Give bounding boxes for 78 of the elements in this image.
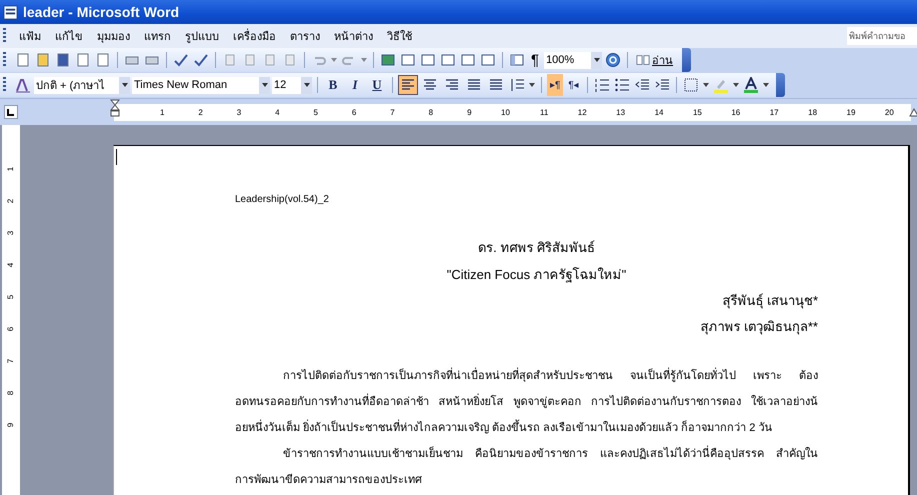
toolbar-options-button[interactable] xyxy=(776,73,785,97)
read-button[interactable]: อ่าน xyxy=(633,51,676,69)
right-indent-icon[interactable] xyxy=(909,106,917,116)
zoom-dropdown[interactable]: 100% xyxy=(544,52,602,68)
ruler-number: 2 xyxy=(7,198,15,204)
author-name: สุภาพร เตวุฒิธนกุล** xyxy=(699,318,818,336)
text-direction-button[interactable]: ▸¶ xyxy=(547,74,564,96)
title-line: ดร. ทศพร ศิริสัมพันธ์ xyxy=(477,239,596,257)
tab-stop-icon[interactable] xyxy=(4,105,18,119)
caret-icon[interactable] xyxy=(304,83,310,87)
body-paragraph: การไปติดต่อกับราชการเป็นภารกิจที่น่าเบื่อหน่ายที่สุดสำหรับประชาชน จนเป็นที่รู้กันโดยทั่วไป เพราะ ต้อง อดทนรอคอยกับการทำงานที่อืดอาดล่าช้า สหน้าหยิ่งยโส พูดจาขู่ตะคอก การไปติดต่องานกับราชการตอง ใช้เวลาอย่างน้ อยหนึ่งวันเต็ม ยิ่งถ้าเป็นประชาชนที่ห่างไกลความเจริญ ต้องขึ้นรถ ลงเรือเข้ามาในเมองด้วยแล้ว ก็อาจมากกว่า 2 วัน xyxy=(235,363,818,441)
caret-icon[interactable] xyxy=(122,83,128,87)
bulleted-list-icon[interactable] xyxy=(614,77,630,93)
document-icon xyxy=(3,4,18,20)
caret-icon[interactable] xyxy=(262,83,268,87)
menu-item[interactable]: แทรก xyxy=(137,27,178,45)
bold-button[interactable]: B xyxy=(323,77,343,93)
align-left-icon[interactable] xyxy=(398,75,418,95)
ruler-number: 4 xyxy=(274,108,280,116)
text-direction-button[interactable]: ¶◂ xyxy=(565,74,582,96)
ruler-number: 2 xyxy=(197,108,203,116)
ruler-number: 20 xyxy=(884,108,894,116)
ruler-number: 19 xyxy=(846,108,856,116)
caret-icon[interactable] xyxy=(594,58,600,62)
menu-item[interactable]: หน้าต่าง xyxy=(327,27,380,45)
ruler-number: 16 xyxy=(730,108,740,116)
menu-item[interactable]: แก้ไข xyxy=(48,27,90,45)
page-header: Leadership(vol.54)_2 xyxy=(235,194,330,205)
caret-icon[interactable] xyxy=(762,83,769,87)
ruler-number: 3 xyxy=(236,108,242,116)
ruler-number: 7 xyxy=(389,108,395,116)
ruler-number: 6 xyxy=(7,326,15,332)
menu-item[interactable]: ตาราง xyxy=(283,27,327,45)
ruler-number: 3 xyxy=(7,230,15,236)
underline-button[interactable]: U xyxy=(367,77,387,93)
ruler-number: 10 xyxy=(500,108,510,116)
ruler-number: 1 xyxy=(158,108,164,116)
ruler-number: 18 xyxy=(807,108,818,116)
show-formatting-button[interactable]: ¶ xyxy=(528,52,542,68)
book-icon xyxy=(636,53,650,67)
ruler-number: 17 xyxy=(768,108,779,116)
ruler-number: 7 xyxy=(7,358,15,364)
caret-icon[interactable] xyxy=(529,83,535,87)
menu-item[interactable]: รูปแบบ xyxy=(178,27,226,45)
font-color-icon[interactable] xyxy=(742,77,759,93)
ruler-number: 14 xyxy=(654,108,664,116)
menu-item[interactable]: แฟ้ม xyxy=(12,27,48,45)
ruler-number: 11 xyxy=(538,108,548,116)
menu-item[interactable]: วิธีใช้ xyxy=(380,27,419,45)
help-search-field[interactable]: พิมพ์คำถามขอ xyxy=(847,27,917,45)
ruler-number: 8 xyxy=(7,390,15,396)
ruler-number: 5 xyxy=(312,108,318,116)
body-paragraph: ข้าราชการทำงานแบบเช้าชามเย็นชาม คือนิยามของข้าราชการ และคงปฏิเสธไม่ได้ว่านี่คืออุปสรรค สำคัญใน การพัฒนาขีดความสามารถของประเทศ xyxy=(235,441,818,493)
font-dropdown[interactable]: Times New Roman xyxy=(132,76,270,94)
toolbar-options-button[interactable] xyxy=(682,48,692,72)
ruler-number: 9 xyxy=(466,108,472,116)
borders-icon[interactable] xyxy=(682,77,699,93)
caret-icon[interactable] xyxy=(702,83,709,87)
ruler-number: 15 xyxy=(692,108,702,116)
ruler-number: 8 xyxy=(428,108,434,116)
ruler-number: 13 xyxy=(615,108,626,116)
menu-item[interactable]: เครื่องมือ xyxy=(226,27,283,45)
style-dropdown[interactable]: ปกติ + (ภาษาไ xyxy=(34,76,130,94)
ruler-number: 5 xyxy=(7,294,15,300)
menu-item[interactable]: มุมมอง xyxy=(90,27,137,45)
caret-icon[interactable] xyxy=(732,83,739,87)
ruler-number: 4 xyxy=(7,262,15,268)
indent-marker-icon[interactable] xyxy=(110,98,120,116)
ruler-number: 1 xyxy=(7,166,15,172)
italic-button[interactable]: I xyxy=(345,77,365,93)
ruler-number: 12 xyxy=(576,108,587,116)
text-cursor xyxy=(116,149,117,165)
title-line: "Citizen Focus ภาครัฐโฉมใหม่" xyxy=(446,266,628,284)
ruler-number: 6 xyxy=(350,108,356,116)
window-title: leader - Microsoft Word xyxy=(23,4,180,20)
font-size-dropdown[interactable]: 12 xyxy=(272,76,312,94)
author-name: สุรีพันธุ์ เสนานุช* xyxy=(721,292,818,310)
ruler-number: 9 xyxy=(7,422,15,428)
